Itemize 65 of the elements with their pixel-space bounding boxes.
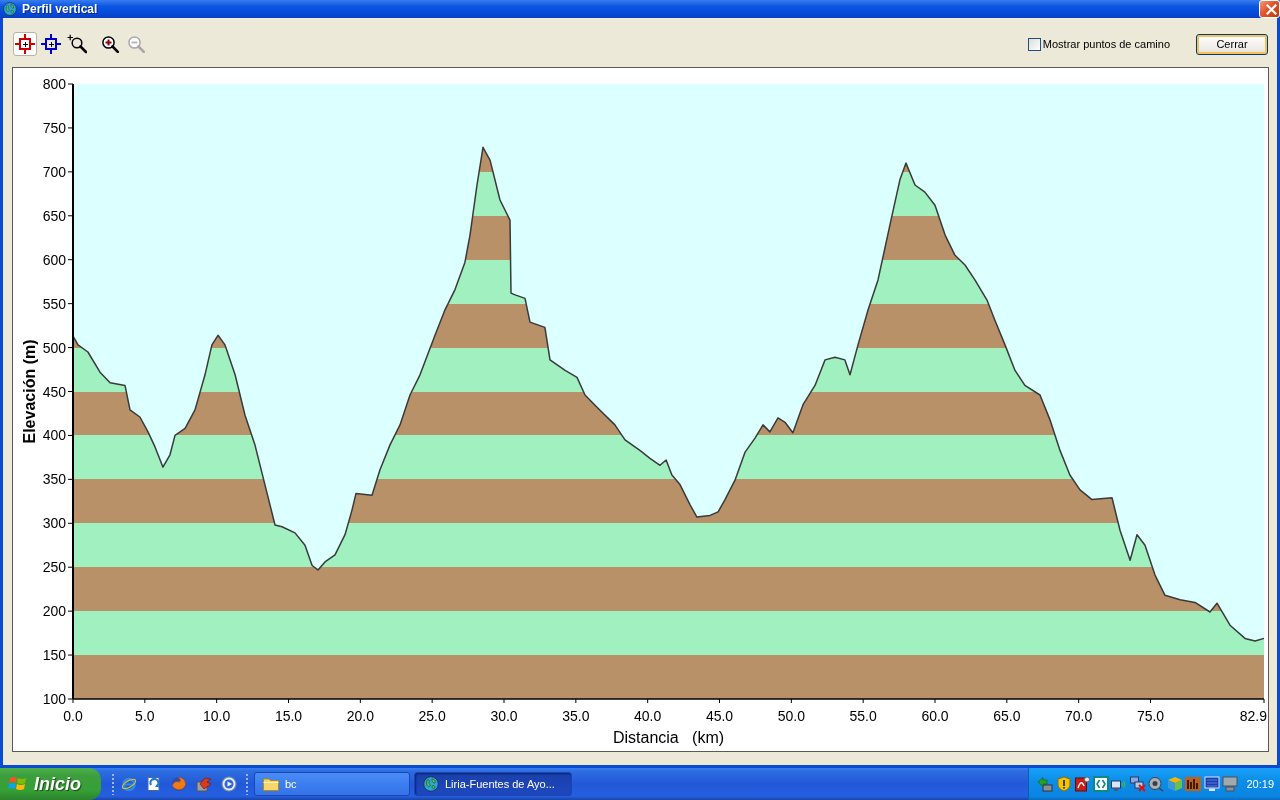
x-tick-label: 0.0	[63, 708, 83, 724]
monitor-icon[interactable]	[1203, 776, 1220, 792]
y-tick-label: 550	[42, 295, 66, 312]
shield-icon[interactable]	[1055, 776, 1072, 792]
y-tick-label: 250	[42, 559, 66, 576]
window-title: Perfil vertical	[22, 2, 98, 16]
clock: 20:19	[1246, 778, 1275, 790]
y-tick-label: 150	[42, 647, 66, 664]
y-tick-label: 700	[42, 163, 66, 180]
y-tick-label: 600	[42, 251, 66, 268]
y-tick-label: 750	[42, 119, 66, 136]
flag-icon	[8, 775, 28, 793]
bracket-icon[interactable]	[1092, 776, 1109, 792]
x-axis-title: Distancia (km)	[612, 729, 725, 746]
document-icon[interactable]	[1074, 776, 1090, 792]
x-tick-label: 20.0	[346, 708, 374, 724]
tool-button[interactable]	[65, 32, 89, 56]
y-tick-label: 650	[42, 207, 66, 224]
globe-icon	[3, 2, 17, 16]
zoom-in-icon	[101, 35, 119, 53]
waypoints-checkbox[interactable]	[1027, 37, 1041, 51]
magnifier-icon	[67, 34, 87, 54]
taskbar-button[interactable]: bc	[254, 772, 410, 796]
x-tick-label: 65.0	[993, 708, 1021, 724]
x-tick-label: 60.0	[921, 708, 949, 724]
x-tick-label: 15.0	[274, 708, 303, 724]
y-tick-label: 450	[42, 383, 66, 400]
taskbar-grip[interactable]	[111, 773, 115, 795]
x-tick-label: 75.0	[1136, 708, 1165, 724]
swirl-icon[interactable]	[171, 776, 187, 792]
window-close-button[interactable]	[1259, 0, 1280, 18]
y-tick-label: 350	[42, 471, 66, 488]
x-tick-label: 55.0	[849, 708, 877, 724]
disc-icon[interactable]	[1148, 776, 1164, 792]
x-tick-label: 25.0	[418, 708, 446, 724]
folder-icon	[263, 777, 279, 791]
x-tick-label: 50.0	[777, 708, 805, 724]
x-tick-label: 45.0	[705, 708, 734, 724]
y-tick-label: 800	[42, 76, 66, 92]
bars-icon[interactable]	[1185, 776, 1201, 792]
y-tick-label: 400	[42, 427, 66, 444]
close-icon	[1265, 3, 1277, 15]
y-axis-title: Elevación (m)	[20, 339, 38, 444]
y-tick-label: 200	[42, 603, 66, 620]
x-tick-label: 40.0	[634, 708, 662, 724]
taskbar-button[interactable]: Liria-Fuentes de Ayo...	[414, 772, 572, 796]
y-tick-label: 500	[42, 339, 66, 356]
tile-arrow-icon[interactable]	[196, 776, 212, 792]
x-tick-label: 10.0	[203, 708, 231, 724]
orbit-icon[interactable]	[121, 776, 137, 792]
close-dialog-button[interactable]: Cerrar	[1196, 33, 1268, 55]
zoom-out-icon	[127, 35, 145, 53]
play-icon[interactable]	[221, 776, 237, 792]
y-tick-label: 300	[42, 515, 66, 532]
x-tick-label: 35.0	[562, 708, 590, 724]
computer-icon[interactable]	[1222, 776, 1238, 792]
x-tick-label: 82.9	[1239, 708, 1267, 724]
x-tick-label: 30.0	[490, 708, 518, 724]
globe-icon	[423, 776, 439, 792]
x-tick-label: 70.0	[1065, 708, 1093, 724]
y-tick-label: 100	[42, 691, 66, 707]
checkbox-label[interactable]: Mostrar puntos de camino	[1042, 38, 1170, 50]
taskbar-grip[interactable]	[245, 773, 249, 795]
x-tick-label: 5.0	[135, 708, 155, 724]
network-error-icon[interactable]	[1129, 776, 1146, 792]
